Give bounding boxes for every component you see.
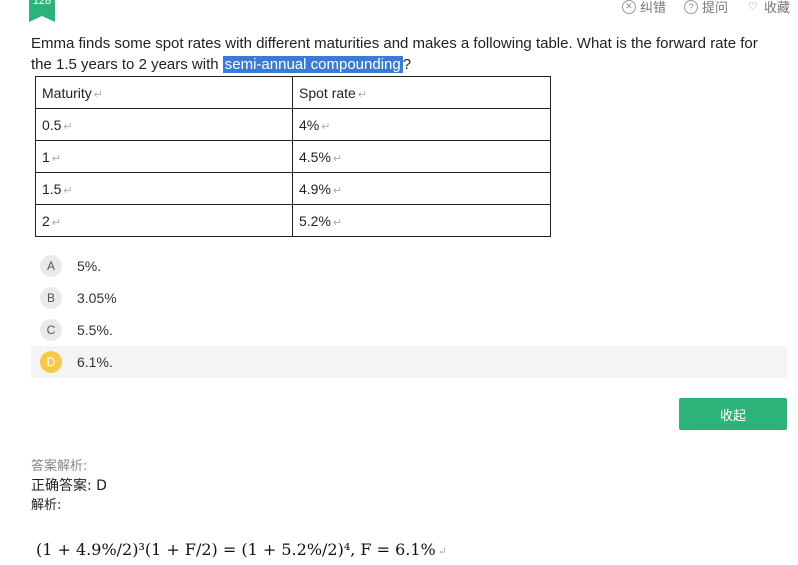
table-row: 2 ↵ 5.2% ↵ — [35, 204, 551, 237]
favorite-button[interactable]: ♡ 收藏 — [746, 0, 790, 16]
table-cell: 2 ↵ — [35, 204, 293, 237]
selected-text-highlight: semi-annual compounding — [222, 56, 403, 73]
table-cell: 4.5% ↵ — [292, 140, 551, 173]
table-row: 1.5 ↵ 4.9% ↵ — [35, 172, 551, 205]
ask-question-button[interactable]: ? 提问 — [683, 0, 728, 16]
option-text: 5.5%. — [77, 322, 113, 338]
option-text: 5%. — [77, 258, 102, 274]
correct-answer: 正确答案: D — [31, 478, 107, 494]
option-c[interactable]: C 5.5%. — [31, 314, 787, 346]
option-letter: A — [40, 255, 62, 277]
answer-options: A 5%. B 3.05% C 5.5%. D 6.1%. — [31, 250, 787, 378]
table-cell: 5.2% ↵ — [292, 204, 551, 237]
favorite-label: 收藏 — [763, 0, 790, 15]
table-row: 0.5 ↵ 4% ↵ — [35, 108, 551, 141]
table-cell: 1 ↵ — [35, 140, 293, 173]
table-cell: 1.5 ↵ — [35, 172, 293, 205]
table-header-cell: Maturity ↵ — [35, 76, 293, 109]
heart-icon: ♡ — [748, 1, 758, 13]
table-header-row: Maturity ↵ Spot rate ↵ — [35, 76, 551, 109]
question-text-after: ? — [402, 56, 412, 73]
option-d[interactable]: D 6.1%. — [31, 346, 787, 378]
option-letter: C — [40, 319, 62, 341]
table-row: 1 ↵ 4.5% ↵ — [35, 140, 551, 173]
option-b[interactable]: B 3.05% — [31, 282, 787, 314]
ask-question-label: 提问 — [701, 0, 728, 15]
collapse-button[interactable]: 收起 — [679, 398, 787, 430]
option-a[interactable]: A 5%. — [31, 250, 787, 282]
table-cell: 4.9% ↵ — [292, 172, 551, 205]
question-number-badge: 128 — [29, 0, 55, 22]
question-text: Emma finds some spot rates with differen… — [31, 33, 776, 75]
solution-formula: (1 + 4.9%/2)³(1 + F/2) = (1 + 5.2%/2)⁴, … — [36, 540, 447, 559]
report-error-button[interactable]: ✕ 纠错 — [621, 0, 666, 16]
report-error-label: 纠错 — [639, 0, 666, 15]
option-text: 6.1%. — [77, 354, 113, 370]
question-circle-icon: ? — [683, 0, 698, 14]
option-letter: B — [40, 287, 62, 309]
option-letter: D — [40, 351, 62, 373]
explanation-label: 解析: — [31, 498, 62, 513]
table-cell: 0.5 ↵ — [35, 108, 293, 141]
question-toolbar: ✕ 纠错 ? 提问 ♡ 收藏 — [621, 0, 790, 16]
close-circle-icon: ✕ — [621, 0, 636, 14]
option-text: 3.05% — [77, 290, 117, 306]
table-header-cell: Spot rate ↵ — [292, 76, 551, 109]
spot-rate-table: Maturity ↵ Spot rate ↵ 0.5 ↵ 4% ↵ 1 ↵ 4.5% ↵ 1… — [35, 76, 551, 237]
table-cell: 4% ↵ — [292, 108, 551, 141]
answer-analysis-label: 答案解析: — [31, 459, 88, 474]
